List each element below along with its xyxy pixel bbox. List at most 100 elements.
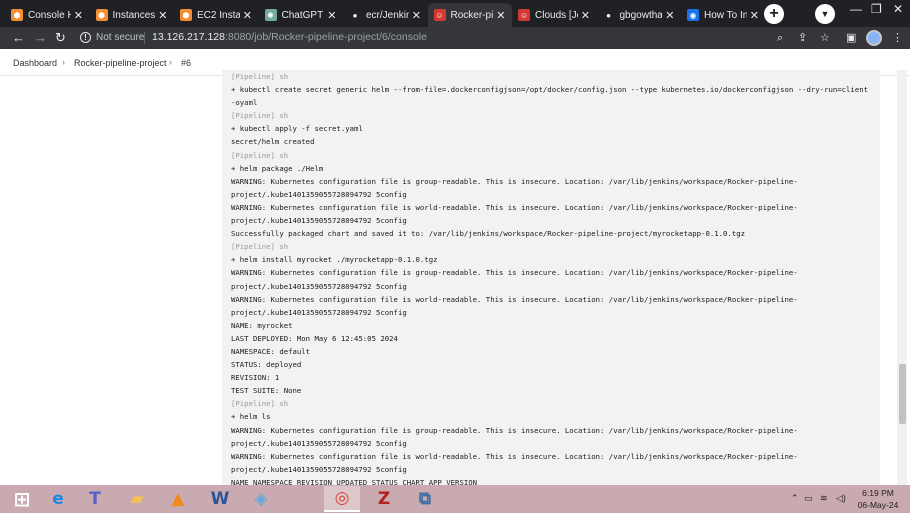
github-icon: ● bbox=[602, 9, 615, 21]
github-icon: ● bbox=[349, 9, 361, 21]
windows-icon: ⊞ bbox=[13, 487, 31, 511]
close-tab-icon[interactable]: ✕ bbox=[327, 9, 336, 22]
close-window-icon[interactable]: ✕ bbox=[893, 2, 903, 16]
maximize-icon[interactable]: ❐ bbox=[871, 2, 882, 16]
wifi-icon[interactable]: ≋ bbox=[820, 493, 828, 504]
clock-date: 06-May-24 bbox=[857, 500, 899, 510]
console-line: + kubectl apply -f secret.yaml bbox=[231, 124, 363, 134]
windows-taskbar: ⌃ ▭ ≋ ◁) 6:19 PM 06-May-24 ⊞ e T ▰ ▲ W ◈ ◎ Z ⧉ bbox=[0, 485, 910, 513]
ie-icon: e bbox=[52, 489, 64, 509]
breadcrumb-separator: › bbox=[62, 57, 65, 67]
console-line: LAST DEPLOYED: Mon May 6 12:45:05 2024 bbox=[231, 333, 398, 343]
word-icon: W bbox=[210, 489, 230, 509]
tray-network-icon[interactable]: ▭ bbox=[804, 493, 813, 504]
globe-icon: ◉ bbox=[687, 9, 699, 21]
bookmark-star-icon[interactable]: ☆ bbox=[820, 31, 830, 45]
browser-tab[interactable]: ◉ How To Ins✕ bbox=[681, 3, 765, 27]
tab-title: Clouds [Jen bbox=[535, 9, 578, 21]
chrome-icon: ◎ bbox=[334, 488, 350, 508]
close-tab-icon[interactable]: ✕ bbox=[750, 9, 759, 22]
tab-title: Rocker-pipe bbox=[450, 9, 494, 21]
console-line: project/.kube1401359055728094792 5config bbox=[231, 189, 407, 199]
url-host: 13.126.217.128 bbox=[152, 31, 225, 43]
side-panel-icon[interactable]: ▣ bbox=[846, 31, 856, 45]
taskbar-clock[interactable]: 6:19 PM 06-May-24 bbox=[853, 487, 903, 511]
filezilla-icon: Z bbox=[377, 489, 391, 509]
breadcrumb-project[interactable]: Rocker-pipeline-project bbox=[74, 58, 167, 68]
console-lines: [Pipeline] sh + kubectl create secret gen… bbox=[231, 70, 873, 485]
breadcrumb-dashboard[interactable]: Dashboard bbox=[13, 58, 57, 68]
console-line: STATUS: deployed bbox=[231, 360, 302, 370]
folder-icon: ▰ bbox=[130, 489, 144, 509]
jenkins-icon: ☺ bbox=[518, 9, 530, 21]
close-tab-icon[interactable]: ✕ bbox=[158, 9, 167, 22]
taskbar-vlc[interactable]: ▲ bbox=[160, 486, 196, 512]
security-label[interactable]: Not secure bbox=[96, 32, 144, 43]
browser-tab[interactable]: ☺ Rocker-pipe✕ bbox=[427, 3, 512, 27]
address-bar[interactable]: ! Not secure 13.126.217.128:8080/job/Roc… bbox=[69, 28, 839, 48]
console-line: Successfully packaged chart and saved it… bbox=[231, 229, 745, 239]
console-line: + kubectl create secret generic helm --f… bbox=[231, 85, 868, 95]
console-line: REVISION: 1 bbox=[231, 373, 280, 383]
close-tab-icon[interactable]: ✕ bbox=[581, 9, 590, 22]
forward-icon[interactable]: → bbox=[34, 29, 47, 47]
console-line: project/.kube1401359055728094792 5config bbox=[231, 438, 407, 448]
taskbar-internet-explorer[interactable]: e bbox=[40, 486, 76, 512]
close-tab-icon[interactable]: ✕ bbox=[496, 9, 505, 22]
browser-tab[interactable]: ☺ Clouds [Jen✕ bbox=[512, 3, 596, 27]
back-icon[interactable]: ← bbox=[12, 29, 25, 47]
taskbar-paint[interactable]: ◈ bbox=[243, 486, 279, 512]
close-tab-icon[interactable]: ✕ bbox=[665, 9, 674, 22]
taskbar-chrome[interactable]: ◎ bbox=[324, 486, 360, 512]
tab-title: Console Ho bbox=[28, 9, 71, 21]
jenkins-icon: ☺ bbox=[433, 9, 446, 21]
console-line: TEST SUITE: None bbox=[231, 386, 302, 396]
aws-icon: ⬢ bbox=[95, 9, 108, 21]
zoom-search-icon[interactable]: ⌕ bbox=[777, 31, 783, 45]
minimize-icon[interactable]: — bbox=[850, 2, 862, 16]
profile-avatar[interactable] bbox=[866, 30, 882, 46]
tab-search-button[interactable]: ▼ bbox=[815, 4, 835, 24]
teams-icon: T bbox=[89, 489, 101, 509]
breadcrumb-build[interactable]: #6 bbox=[181, 58, 191, 68]
close-tab-icon[interactable]: ✕ bbox=[243, 9, 252, 22]
taskbar-file-explorer[interactable]: ▰ bbox=[119, 486, 155, 512]
browser-tab[interactable]: ✺ ChatGPT ✕ bbox=[259, 3, 343, 27]
page-scrollbar-thumb[interactable] bbox=[899, 364, 906, 424]
new-tab-button[interactable]: + bbox=[764, 4, 784, 24]
volume-icon[interactable]: ◁) bbox=[836, 493, 846, 504]
browser-tab[interactable]: ● gbgowthan✕ bbox=[597, 3, 681, 27]
console-line: NAMESPACE: default bbox=[231, 346, 311, 356]
close-tab-icon[interactable]: ✕ bbox=[412, 9, 421, 22]
browser-tab[interactable]: ● ecr/Jenkins✕ bbox=[343, 3, 427, 27]
pipeline-step-marker: [Pipeline] sh bbox=[231, 111, 289, 121]
not-secure-icon[interactable]: ! bbox=[80, 32, 91, 43]
console-line: WARNING: Kubernetes configuration file i… bbox=[231, 202, 798, 212]
taskbar-word[interactable]: W bbox=[202, 486, 238, 512]
tab-title: gbgowthan bbox=[619, 9, 663, 21]
pipeline-step-marker: [Pipeline] sh bbox=[231, 72, 289, 81]
console-line: NAME NAMESPACE REVISION UPDATED STATUS C… bbox=[231, 477, 478, 485]
reload-icon[interactable]: ↻ bbox=[55, 29, 66, 47]
share-icon[interactable]: ⇪ bbox=[798, 31, 807, 45]
aws-icon: ⬢ bbox=[180, 9, 192, 21]
taskbar-teams[interactable]: T bbox=[77, 486, 113, 512]
console-line: project/.kube1401359055728094792 5config bbox=[231, 307, 407, 317]
console-line: WARNING: Kubernetes configuration file i… bbox=[231, 451, 798, 461]
menu-dots-icon[interactable]: ⋮ bbox=[892, 31, 903, 45]
breadcrumb-separator: › bbox=[169, 57, 172, 67]
url-text[interactable]: 13.126.217.128:8080/job/Rocker-pipeline-… bbox=[152, 31, 427, 43]
taskbar-start-button[interactable]: ⊞ bbox=[4, 486, 40, 512]
tray-chevron-icon[interactable]: ⌃ bbox=[791, 493, 799, 504]
close-tab-icon[interactable]: ✕ bbox=[74, 9, 83, 22]
browser-tab[interactable]: ⬢ EC2 Instanc✕ bbox=[174, 3, 258, 27]
console-line: + helm install myrocket ./myrocketapp-0.… bbox=[231, 255, 438, 265]
taskbar-filezilla[interactable]: Z bbox=[366, 486, 402, 512]
browser-tab[interactable]: ⬢ Console Ho✕ bbox=[5, 3, 89, 27]
console-line: NAME: myrocket bbox=[231, 320, 293, 330]
browser-tab[interactable]: ⬢ Instances |✕ bbox=[90, 3, 174, 27]
tab-title: Instances | bbox=[112, 9, 156, 21]
console-output: [Pipeline] sh + kubectl create secret gen… bbox=[222, 70, 880, 485]
url-divider bbox=[144, 32, 145, 44]
taskbar-network-app[interactable]: ⧉ bbox=[407, 486, 443, 512]
